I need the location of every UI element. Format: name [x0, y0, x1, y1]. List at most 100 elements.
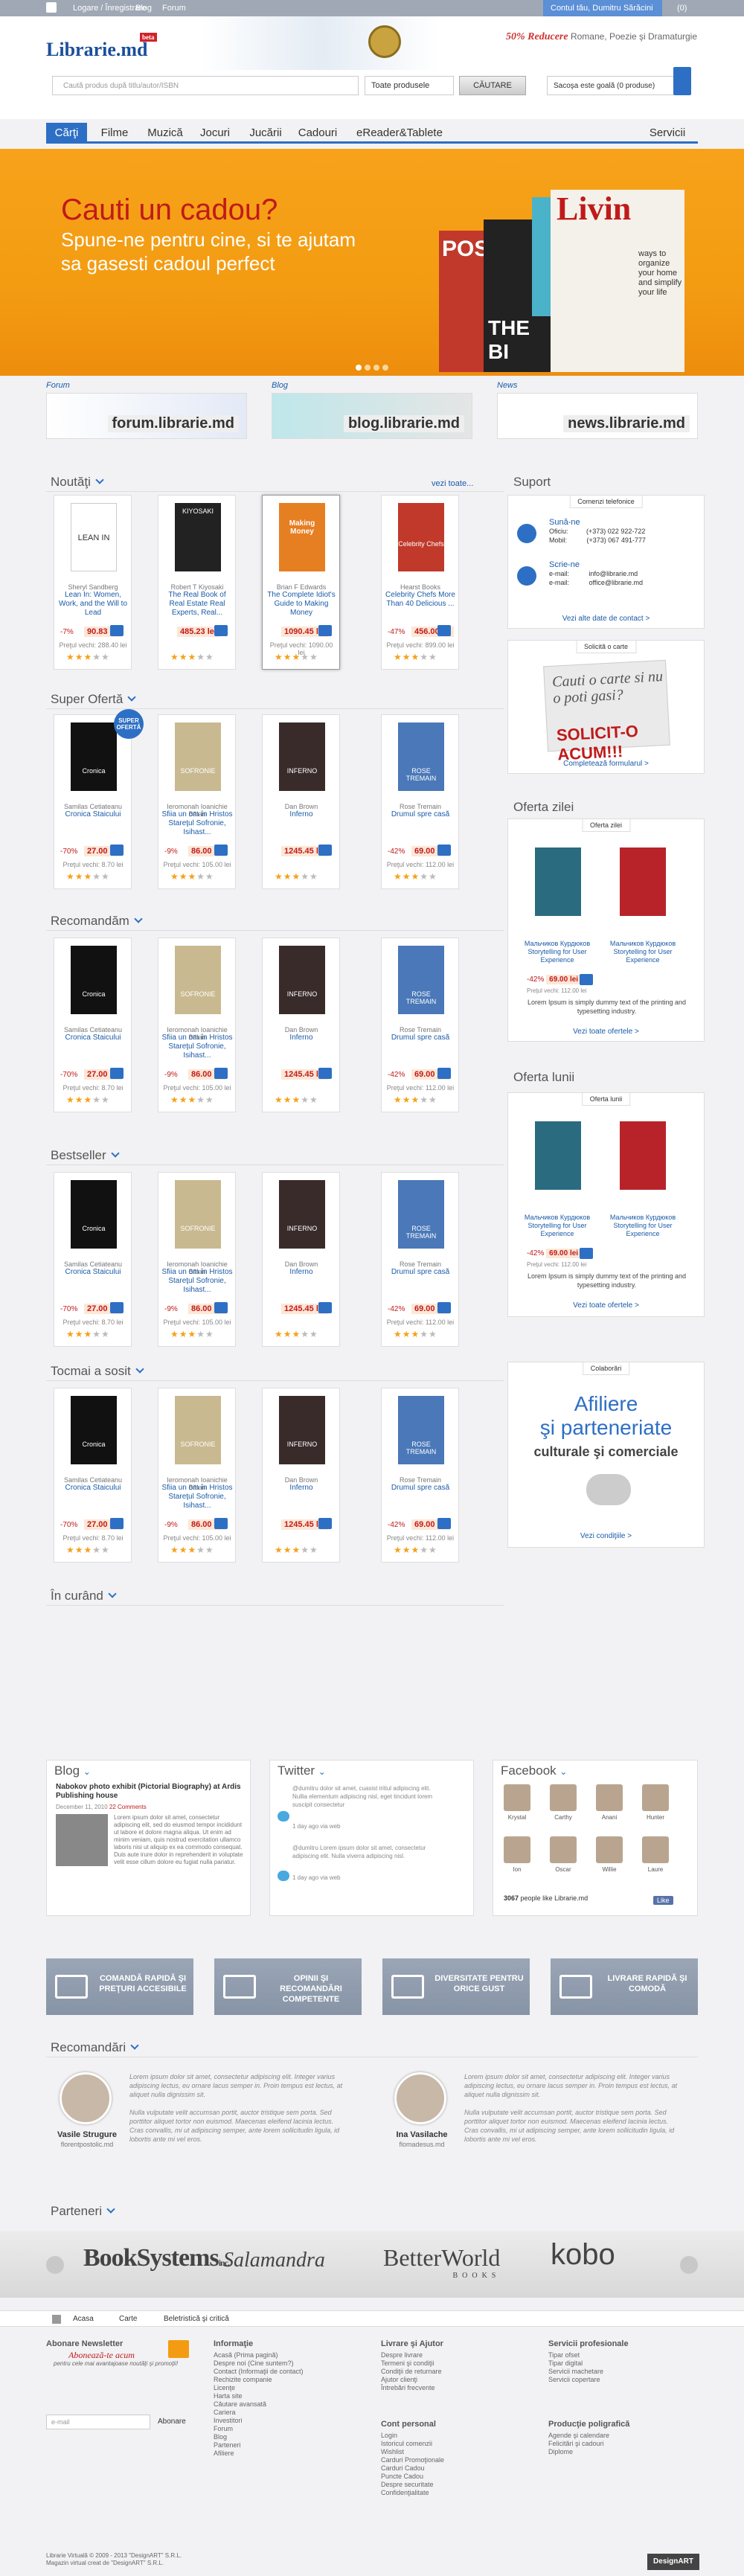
book-title[interactable]: Мальчиков Курдюков Storytelling for User…	[609, 940, 677, 964]
rating-stars[interactable]: ★★★★★	[66, 1095, 110, 1105]
add-to-cart-icon[interactable]	[318, 1518, 332, 1529]
product-card[interactable]: INFERNO Dan Brown Inferno 1245.45 lei ★★★★★	[262, 938, 340, 1112]
product-card[interactable]: SOFRONIE Ieromonah Ioanichie Bălan Sfiia u…	[158, 1172, 236, 1347]
rating-stars[interactable]: ★★★★★	[170, 871, 214, 882]
fan-name[interactable]: Ion	[502, 1866, 532, 1873]
add-to-cart-icon[interactable]	[437, 625, 451, 636]
rating-stars[interactable]: ★★★★★	[66, 1545, 110, 1555]
cart-count[interactable]: (0)	[677, 4, 687, 13]
footer-link[interactable]: Carduri Cadou	[381, 2464, 444, 2473]
footer-link[interactable]: Istoricul comenzii	[381, 2440, 444, 2448]
rating-stars[interactable]: ★★★★★	[394, 871, 437, 882]
book-cover[interactable]: LEAN IN	[71, 503, 117, 571]
add-to-cart-icon[interactable]	[214, 845, 228, 856]
tab-jocuri[interactable]: Jocuri	[192, 123, 238, 144]
product-card[interactable]: Making Money Brian F Edwards The Complet…	[262, 495, 340, 670]
rating-stars[interactable]: ★★★★★	[394, 652, 437, 662]
book-cover[interactable]: INFERNO	[279, 1396, 325, 1464]
section-title-recomandam[interactable]: Recomandăm	[51, 914, 143, 929]
book-title[interactable]: Cronica Staicului	[57, 1484, 129, 1493]
partner-logo[interactable]: kobo	[551, 2238, 615, 2272]
book-title[interactable]: The Complete Idiot's Guide to Making Mon…	[266, 591, 337, 618]
book-title[interactable]: Cronica Staicului	[57, 1034, 129, 1042]
book-cover[interactable]: ROSE TREMAIN	[398, 723, 444, 791]
email-office[interactable]: office@librarie.md	[589, 579, 644, 586]
product-card[interactable]: ROSE TREMAIN Rose Tremain Drumul spre casă…	[381, 714, 459, 889]
product-card[interactable]: SOFRONIE Ieromonah Ioanichie Bălan Sfiia u…	[158, 714, 236, 889]
designart-logo[interactable]: DesignART	[647, 2554, 699, 2570]
solicit-banner[interactable]: Cauti o carte si nu o poti gasi? SOLICIT…	[543, 659, 670, 764]
book-cover[interactable]: KIYOSAKI	[175, 503, 221, 571]
footer-link[interactable]: Acasă (Prima pagină)	[214, 2351, 304, 2359]
footer-link[interactable]: Confidenţialitate	[381, 2489, 444, 2497]
book-title[interactable]: Inferno	[266, 810, 337, 819]
add-to-cart-icon[interactable]	[110, 1068, 124, 1079]
fan-name[interactable]: Oscar	[548, 1866, 578, 1873]
vezi-toate-link[interactable]: vezi toate...	[432, 479, 473, 488]
add-to-cart-icon[interactable]	[437, 1068, 451, 1079]
rating-stars[interactable]: ★★★★★	[394, 1545, 437, 1555]
add-to-cart-icon[interactable]	[214, 1518, 228, 1529]
feature-opinions[interactable]: OPINII ŞI RECOMANDĂRI COMPETENTE	[214, 1958, 362, 2015]
footer-link[interactable]: Despre livrare	[381, 2351, 443, 2359]
footer-link[interactable]: Rechizite companie	[214, 2376, 304, 2384]
all-offers-link[interactable]: Vezi toate ofertele >	[508, 1301, 704, 1310]
footer-link[interactable]: Forum	[214, 2425, 304, 2433]
footer-link[interactable]: Tipar ofset	[548, 2351, 629, 2359]
footer-link[interactable]: Carduri Promoţionale	[381, 2456, 444, 2464]
fan-avatar[interactable]	[596, 1836, 623, 1863]
footer-link[interactable]: Despre noi (Cine suntem?)	[214, 2359, 304, 2368]
section-title-incurand[interactable]: În curând	[51, 1589, 117, 1603]
add-to-cart-icon[interactable]	[437, 1302, 451, 1313]
product-card[interactable]: INFERNO Dan Brown Inferno 1245.45 lei ★★★★★	[262, 1388, 340, 1563]
add-to-cart-icon[interactable]	[318, 1302, 332, 1313]
product-card[interactable]: SOFRONIE Ieromonah Ioanichie Bălan Sfiia u…	[158, 1388, 236, 1563]
footer-link[interactable]: Agende şi calendare	[548, 2432, 629, 2440]
book-cover[interactable]: INFERNO	[279, 723, 325, 791]
book-cover[interactable]: ROSE TREMAIN	[398, 1396, 444, 1464]
conditions-link[interactable]: Vezi condiţiile >	[508, 1532, 704, 1540]
product-card[interactable]: LEAN IN Sheryl Sandberg Lean In: Women, …	[54, 495, 132, 670]
footer-link[interactable]: Parteneri	[214, 2441, 304, 2450]
product-card[interactable]: INFERNO Dan Brown Inferno 1245.45 lei ★★★★★	[262, 714, 340, 889]
footer-link[interactable]: Condiţii de returnare	[381, 2368, 443, 2376]
breadcrumb-item[interactable]: Carte	[119, 2315, 137, 2323]
section-title-bestseller[interactable]: Bestseller	[51, 1148, 120, 1163]
home-icon[interactable]	[52, 2315, 61, 2324]
fan-name[interactable]: Krystal	[502, 1814, 532, 1821]
book-title[interactable]: Inferno	[266, 1034, 337, 1042]
footer-link[interactable]: Harta site	[214, 2392, 304, 2400]
tab-ereader[interactable]: eReader&Tablete	[347, 123, 452, 144]
book-cover[interactable]: SOFRONIE	[175, 1396, 221, 1464]
book-title[interactable]: Мальчиков Курдюков Storytelling for User…	[609, 1214, 677, 1238]
recommender-name[interactable]: Ina Vasilache	[388, 2130, 455, 2139]
book-title[interactable]: Drumul spre casă	[385, 1268, 456, 1277]
feature-delivery[interactable]: LIVRARE RAPIDĂ ŞI COMODĂ	[551, 1958, 698, 2015]
product-card[interactable]: KIYOSAKI Robert T Kiyosaki The Real Book…	[158, 495, 236, 670]
rating-stars[interactable]: ★★★★★	[394, 1095, 437, 1105]
add-to-cart-icon[interactable]	[110, 625, 124, 636]
hero-banner[interactable]: Cauti un cadou? Spune-ne pentru cine, si…	[0, 149, 744, 376]
recommender-blog[interactable]: florentpostolic.md	[54, 2141, 121, 2148]
footer-link[interactable]: Blog	[214, 2433, 304, 2441]
solicit-action[interactable]: SOLICIT-O ACUM!!!	[556, 720, 670, 765]
product-card[interactable]: Celebrity Chefs Hearst Books Celebrity C…	[381, 495, 459, 670]
book-title[interactable]: Inferno	[266, 1268, 337, 1277]
book-cover[interactable]: INFERNO	[279, 946, 325, 1014]
footer-link[interactable]: Termeni şi condiţii	[381, 2359, 443, 2368]
footer-link[interactable]: Diplome	[548, 2448, 629, 2456]
fan-name[interactable]: Willie	[594, 1866, 624, 1873]
footer-link[interactable]: Contact (Informaţii de contact)	[214, 2368, 304, 2376]
add-to-cart-icon[interactable]	[110, 845, 124, 856]
book-title[interactable]: Lean In: Women, Work, and the Will to Le…	[57, 591, 129, 618]
add-to-cart-icon[interactable]	[110, 1518, 124, 1529]
partner-logo[interactable]: BookSystemsinc.	[83, 2244, 230, 2272]
rating-stars[interactable]: ★★★★★	[170, 1095, 214, 1105]
breadcrumb-item[interactable]: Acasa	[73, 2315, 94, 2323]
solicit-form-link[interactable]: Completează formularul >	[508, 760, 704, 768]
footer-link[interactable]: Despre securitate	[381, 2481, 444, 2489]
book-title[interactable]: Drumul spre casă	[385, 1034, 456, 1042]
email-info[interactable]: info@librarie.md	[589, 570, 638, 577]
fan-avatar[interactable]	[550, 1784, 577, 1811]
fan-name[interactable]: Laure	[641, 1866, 670, 1873]
